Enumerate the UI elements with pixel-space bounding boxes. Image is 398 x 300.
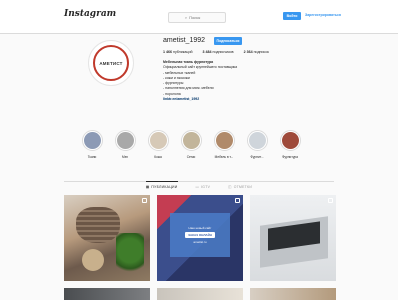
carousel-icon xyxy=(328,198,333,203)
carousel-icon xyxy=(142,198,147,203)
instagram-logo[interactable]: Instagram xyxy=(64,9,116,19)
posts-grid: Наш новый сайт ЗАКАЗ ОНЛАЙН ametist.ru xyxy=(64,195,336,300)
highlight-label: Мебель в т... xyxy=(214,155,234,159)
post-thumbnail[interactable] xyxy=(250,288,336,300)
highlight-item[interactable]: Сетки xyxy=(179,130,203,159)
tag-icon: ◫ xyxy=(228,185,232,189)
tab-posts[interactable]: ▦ ПУБЛИКАЦИИ xyxy=(145,181,178,189)
highlight-cover xyxy=(83,132,101,149)
brand-logo: АМЕТИСТ xyxy=(93,45,129,81)
promo-pill: ЗАКАЗ ОНЛАЙН xyxy=(185,232,215,238)
post-thumbnail[interactable]: Наш новый сайт ЗАКАЗ ОНЛАЙН ametist.ru xyxy=(157,195,243,281)
stat-following[interactable]: 2 364 подписок xyxy=(244,50,269,54)
highlight-label: Кожа xyxy=(154,155,162,159)
post-thumbnail[interactable] xyxy=(157,288,243,300)
tab-tagged[interactable]: ◫ ОТМЕТКИ xyxy=(228,182,252,189)
bio-link[interactable]: linktr.ee/ametist_1992 xyxy=(163,97,323,102)
highlight-cover xyxy=(182,132,200,149)
highlight-item[interactable]: Мебель в т... xyxy=(212,130,236,159)
yarn-shape xyxy=(82,249,104,271)
tv-icon: ▭ xyxy=(195,185,200,189)
highlight-label: Фурнитура xyxy=(282,155,298,159)
highlight-cover xyxy=(149,132,167,149)
username: ametist_1992 xyxy=(163,37,206,44)
tab-igtv[interactable]: ▭ IGTV xyxy=(196,182,211,189)
highlight-item[interactable]: Ткани xyxy=(80,130,104,159)
highlight-item[interactable]: Фурнитура xyxy=(278,130,302,159)
promo-text: ametist.ru xyxy=(193,240,207,244)
login-button[interactable]: Войти xyxy=(283,12,301,20)
highlight-item[interactable]: Фурнит... xyxy=(245,130,269,159)
profile-stats: 1 466 публикаций 3 484 подписчиков 2 364… xyxy=(163,50,269,54)
promo-box: Наш новый сайт ЗАКАЗ ОНЛАЙН ametist.ru xyxy=(170,213,230,257)
highlight-cover xyxy=(215,132,233,149)
highlight-item[interactable]: Мех xyxy=(113,130,137,159)
search-input[interactable] xyxy=(189,15,210,20)
highlight-item[interactable]: Кожа xyxy=(146,130,170,159)
signup-link[interactable]: Зарегистрироваться xyxy=(305,13,341,17)
follow-button[interactable]: Подписаться xyxy=(214,37,242,45)
highlight-label: Мех xyxy=(122,155,128,159)
profile-tabs: ▦ ПУБЛИКАЦИИ ▭ IGTV ◫ ОТМЕТКИ xyxy=(64,181,334,189)
grid-icon: ▦ xyxy=(145,185,150,189)
post-thumbnail[interactable] xyxy=(64,195,150,281)
highlight-label: Сетки xyxy=(186,155,196,159)
highlight-cover xyxy=(116,132,134,149)
highlight-label: Фурнит... xyxy=(250,155,264,159)
promo-text: Наш новый сайт xyxy=(188,226,212,230)
stat-followers[interactable]: 3 484 подписчиков xyxy=(203,50,234,54)
highlight-cover xyxy=(248,132,266,149)
top-bar: Instagram ⌕ Войти Зарегистрироваться xyxy=(0,0,398,34)
search-box[interactable]: ⌕ xyxy=(168,12,226,23)
plant-shape xyxy=(116,233,144,277)
avatar[interactable]: АМЕТИСТ xyxy=(88,40,134,86)
carousel-icon xyxy=(235,198,240,203)
post-thumbnail[interactable] xyxy=(250,195,336,281)
highlight-label: Ткани xyxy=(87,155,97,159)
highlight-cover xyxy=(281,132,299,149)
search-icon: ⌕ xyxy=(184,15,188,20)
post-thumbnail[interactable] xyxy=(64,288,150,300)
basket-shape xyxy=(76,207,120,243)
story-highlights: Ткани Мех Кожа Сетки Мебель в т... Фурни… xyxy=(80,130,302,159)
profile-bio: Мебельная ткань фурнитура Официальный са… xyxy=(163,60,323,102)
avatar-text: АМЕТИСТ xyxy=(99,60,123,66)
stat-posts: 1 466 публикаций xyxy=(163,50,193,54)
